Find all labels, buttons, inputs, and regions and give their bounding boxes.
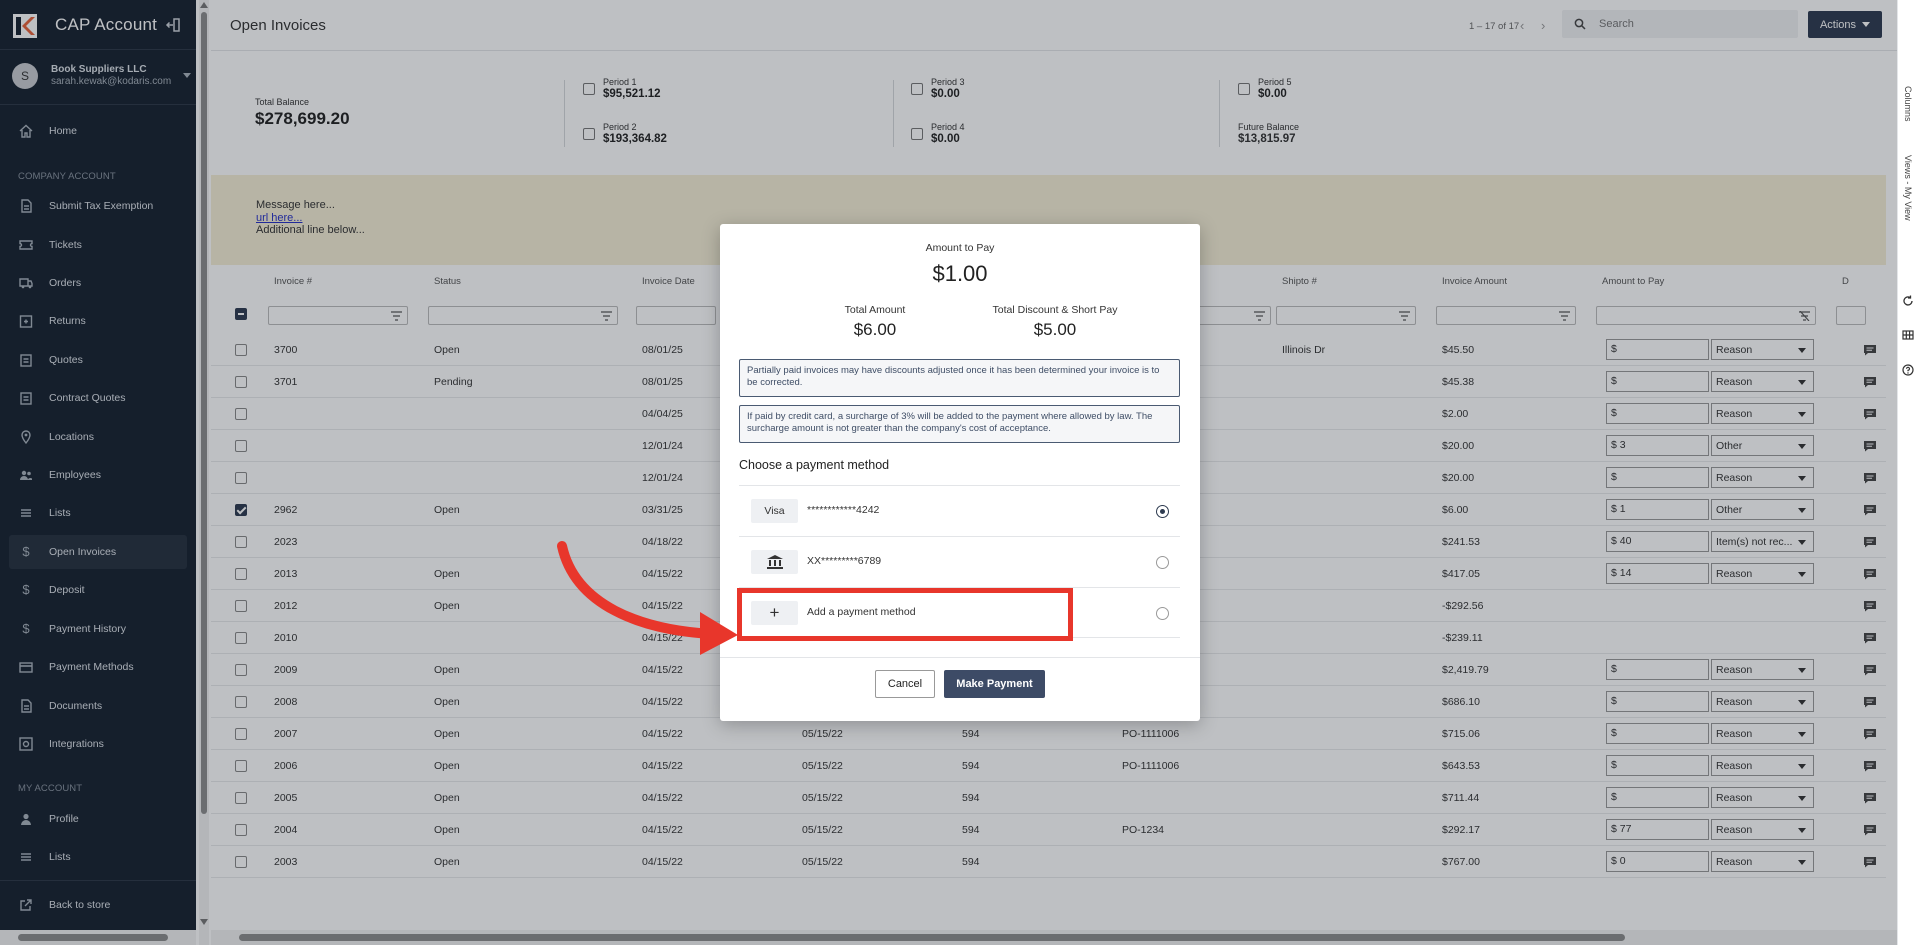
choose-payment-label: Choose a payment method bbox=[739, 458, 890, 472]
payment-method-label: ************4242 bbox=[807, 504, 880, 516]
total-discount: Total Discount & Short Pay $5.00 bbox=[975, 304, 1135, 340]
total-discount-label: Total Discount & Short Pay bbox=[992, 304, 1118, 316]
total-discount-value: $5.00 bbox=[1033, 320, 1077, 339]
payment-method-bank[interactable]: XX*********6789 bbox=[739, 536, 1180, 587]
annotation-arrow-icon bbox=[557, 541, 738, 655]
payment-method-radio[interactable] bbox=[1156, 556, 1169, 569]
right-rail bbox=[1897, 0, 1920, 945]
amount-to-pay-label: Amount to Pay bbox=[925, 242, 995, 254]
views-panel-toggle[interactable]: Views - My View bbox=[1903, 155, 1913, 221]
payment-method-radio[interactable] bbox=[1156, 607, 1169, 620]
amount-to-pay-value: $1.00 bbox=[932, 261, 988, 286]
surcharge-notice: If paid by credit card, a surcharge of 3… bbox=[739, 405, 1180, 443]
total-amount: Total Amount $6.00 bbox=[820, 304, 930, 340]
cancel-button[interactable]: Cancel bbox=[875, 670, 935, 698]
columns-panel-toggle[interactable]: Columns bbox=[1903, 86, 1913, 122]
payment-method-label: XX*********6789 bbox=[807, 555, 882, 567]
make-payment-button[interactable]: Make Payment bbox=[944, 670, 1045, 698]
total-amount-label: Total Amount bbox=[844, 304, 906, 316]
partial-payment-notice: Partially paid invoices may have discoun… bbox=[739, 359, 1180, 397]
payment-method-radio[interactable] bbox=[1156, 505, 1169, 518]
refresh-icon[interactable] bbox=[1902, 295, 1914, 307]
visa-badge: Visa bbox=[751, 499, 798, 523]
grid-icon[interactable] bbox=[1902, 329, 1914, 341]
annotation-highlight-box bbox=[737, 588, 1073, 641]
total-amount-value: $6.00 bbox=[853, 320, 897, 339]
payment-modal: Amount to Pay $1.00 Total Amount $6.00 T… bbox=[720, 224, 1200, 721]
bank-icon bbox=[751, 550, 798, 574]
help-icon[interactable] bbox=[1902, 364, 1914, 376]
payment-method-visa[interactable]: Visa ************4242 bbox=[739, 485, 1180, 536]
